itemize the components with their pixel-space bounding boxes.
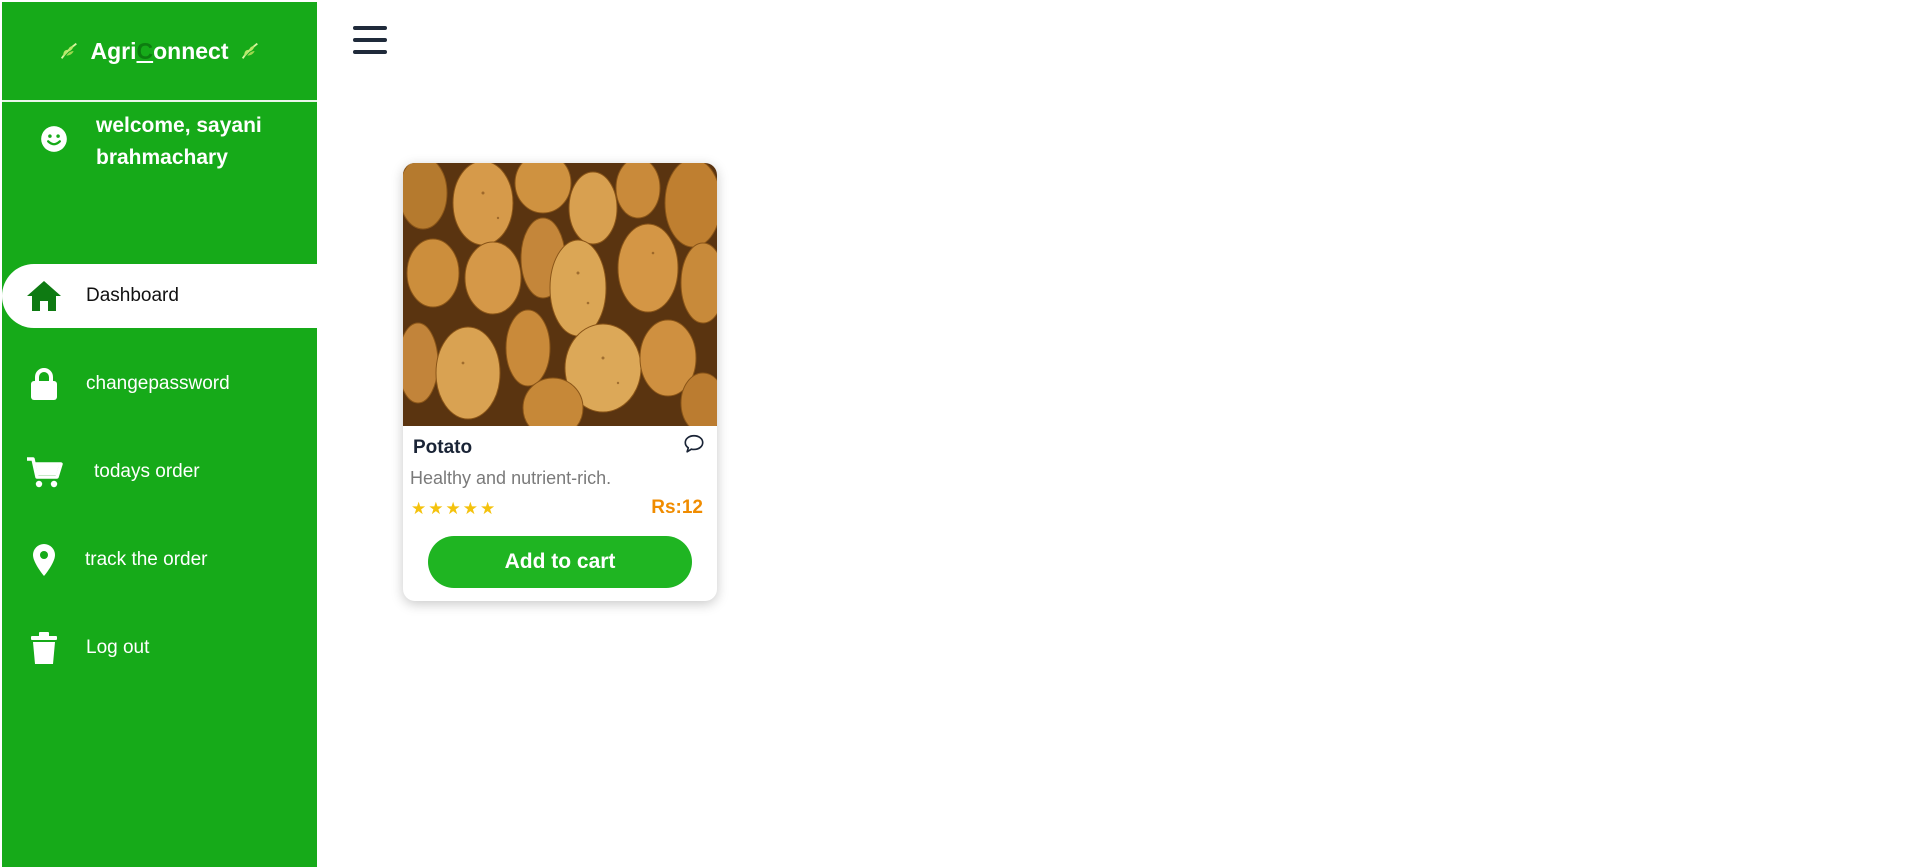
leaf-icon	[61, 42, 78, 59]
welcome-text: welcome, sayani brahmachary	[96, 114, 262, 169]
home-icon	[24, 276, 64, 316]
brand-name: AgriConnect	[90, 37, 229, 64]
brand-logo[interactable]: AgriConnect	[2, 2, 317, 102]
star-icon: ★	[480, 499, 496, 518]
lock-icon	[24, 364, 64, 404]
star-icon: ★	[428, 499, 444, 518]
product-image[interactable]	[403, 163, 717, 426]
hamburger-line	[353, 50, 387, 54]
sidebar-item-label: changepassword	[86, 373, 230, 394]
sidebar-item-logout[interactable]: Log out	[2, 616, 317, 680]
smiley-icon	[41, 126, 67, 152]
hamburger-line	[353, 26, 387, 30]
leaf-icon	[241, 42, 258, 59]
product-description: Healthy and nutrient-rich.	[410, 468, 612, 488]
cart-icon	[24, 452, 64, 492]
star-icon: ★	[445, 499, 461, 518]
star-icon: ★	[462, 499, 478, 518]
user-welcome: welcome, sayani brahmachary	[2, 110, 317, 174]
sidebar-item-todays-order[interactable]: todays order	[2, 440, 317, 504]
product-price: Rs:12	[651, 497, 703, 518]
menu-toggle-button[interactable]	[353, 26, 387, 58]
product-card: Potato Healthy and nutrient-rich. ★ ★ ★ …	[403, 163, 717, 601]
sidebar-item-label: Log out	[86, 637, 150, 658]
sidebar-item-label: todays order	[94, 461, 200, 482]
map-pin-icon	[24, 540, 64, 580]
comment-icon[interactable]	[683, 433, 705, 455]
hamburger-line	[353, 38, 387, 42]
product-name: Potato	[413, 437, 473, 458]
sidebar-item-dashboard[interactable]: Dashboard	[2, 264, 317, 328]
sidebar-item-track-order[interactable]: track the order	[2, 528, 317, 592]
rating-stars: ★ ★ ★ ★ ★	[411, 500, 495, 517]
sidebar-item-changepassword[interactable]: changepassword	[2, 352, 317, 416]
sidebar: AgriConnect welcome, sayani brahmachary …	[2, 2, 317, 867]
add-to-cart-button[interactable]: Add to cart	[428, 536, 692, 588]
sidebar-item-label: track the order	[85, 549, 208, 570]
sidebar-item-label: Dashboard	[86, 285, 179, 306]
sidebar-nav: Dashboard changepassword todays order tr…	[2, 264, 317, 704]
trash-icon	[24, 628, 64, 668]
star-icon: ★	[411, 499, 427, 518]
